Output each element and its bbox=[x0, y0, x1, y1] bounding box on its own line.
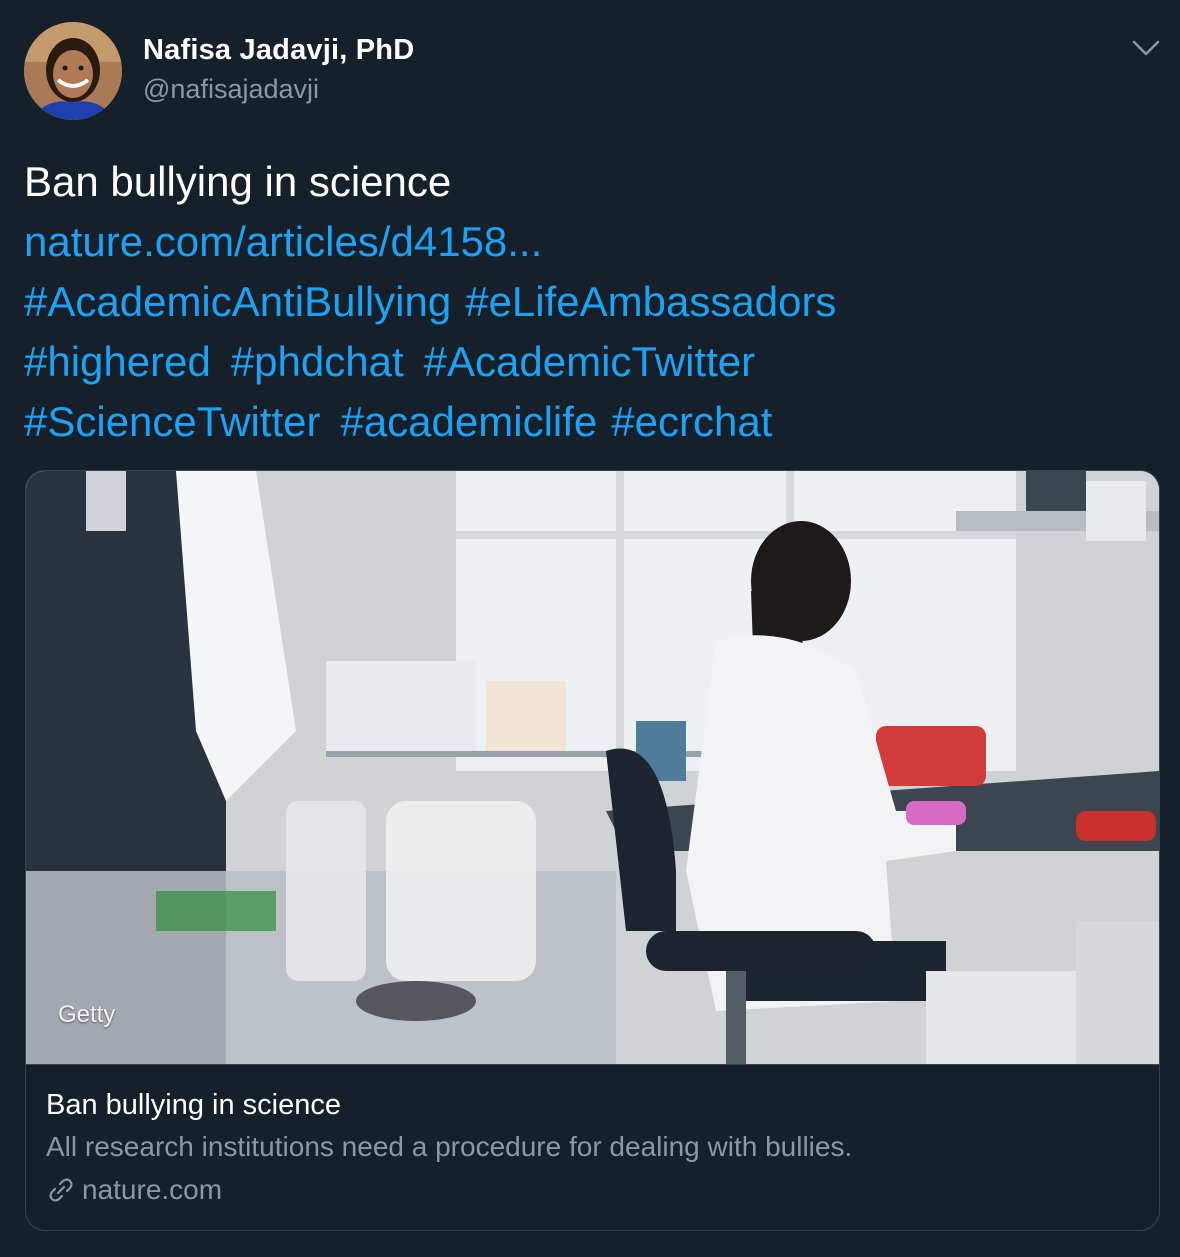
hashtag[interactable]: #highered bbox=[24, 338, 211, 385]
hashtag[interactable]: #phdchat bbox=[231, 338, 404, 385]
hashtag[interactable]: #eLifeAmbassadors bbox=[465, 278, 836, 325]
tweet-link[interactable]: nature.com/articles/d4158... bbox=[24, 212, 1144, 272]
card-image[interactable]: Getty bbox=[26, 471, 1159, 1065]
author-display-name[interactable]: Nafisa Jadavji, PhD bbox=[143, 34, 414, 67]
card-description: All research institutions need a procedu… bbox=[46, 1131, 853, 1162]
hashtag[interactable]: #AcademicAntiBullying bbox=[24, 278, 451, 325]
card-title[interactable]: Ban bullying in science bbox=[46, 1089, 341, 1122]
image-credit: Getty bbox=[58, 1001, 116, 1028]
hashtag[interactable]: #ScienceTwitter bbox=[24, 398, 320, 445]
hashtag-line: #highered #phdchat #AcademicTwitter bbox=[24, 332, 1144, 392]
link-icon bbox=[46, 1175, 76, 1205]
chevron-down-icon[interactable] bbox=[1128, 34, 1164, 62]
hashtag[interactable]: #academiclife bbox=[340, 398, 597, 445]
hashtag-line: #ScienceTwitter #academiclife #ecrchat bbox=[24, 392, 1144, 452]
avatar[interactable] bbox=[24, 22, 122, 120]
card-domain-text: nature.com bbox=[82, 1174, 223, 1205]
author-handle[interactable]: @nafisajadavji bbox=[143, 74, 319, 105]
link-card[interactable]: Getty Ban bullying in science All resear… bbox=[25, 470, 1160, 1231]
card-domain[interactable]: nature.com bbox=[46, 1174, 222, 1206]
hashtag-line: #AcademicAntiBullying #eLifeAmbassadors bbox=[24, 272, 1144, 332]
hashtag[interactable]: #ecrchat bbox=[611, 398, 772, 445]
tweet: Nafisa Jadavji, PhD @nafisajadavji Ban b… bbox=[0, 0, 1180, 1257]
lab-photo bbox=[26, 471, 1159, 1064]
tweet-body: Ban bullying in science bbox=[24, 158, 452, 205]
tweet-text: Ban bullying in science nature.com/artic… bbox=[24, 152, 1144, 452]
hashtag[interactable]: #AcademicTwitter bbox=[424, 338, 755, 385]
